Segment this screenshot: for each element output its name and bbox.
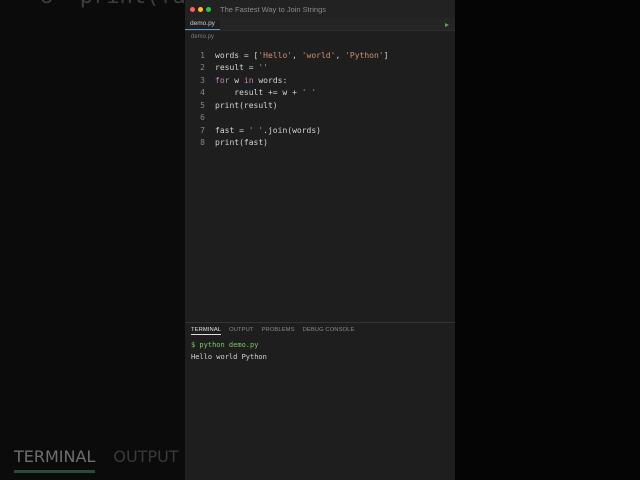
background-tab-output: OUTPUT <box>113 447 179 466</box>
run-icon[interactable] <box>445 23 449 27</box>
string-token: '' <box>258 63 268 73</box>
code-token: words = [ <box>215 50 259 60</box>
code-token: print(fast) <box>215 138 268 148</box>
code-text: for w in words: <box>215 76 287 85</box>
code-text: result += w + ' ' <box>215 88 316 97</box>
title-bar: The Fastest Way to Join Strings <box>185 0 455 18</box>
line-number: 4 <box>200 88 205 98</box>
maximize-window-button[interactable] <box>206 6 211 12</box>
background-tab-terminal: TERMINAL <box>14 447 96 473</box>
keyword-token: in <box>243 75 254 85</box>
code-token: ] <box>383 50 389 60</box>
editor-window: The Fastest Way to Join Strings demo.py … <box>185 0 455 480</box>
background-panel-tabs: TERMINAL OUTPUT <box>14 447 179 473</box>
code-line[interactable]: 7 fast = ' '.join(words) <box>185 124 321 137</box>
line-number: 3 <box>200 75 205 85</box>
string-token: 'Python' <box>345 50 384 60</box>
tab-demo-py[interactable]: demo.py <box>185 20 220 30</box>
string-token: 'world' <box>301 50 336 60</box>
line-number: 5 <box>200 100 205 110</box>
code-line[interactable]: 5 print(result) <box>185 99 278 112</box>
code-text: result = '' <box>215 63 268 72</box>
tab-output[interactable]: OUTPUT <box>229 327 253 334</box>
tab-problems[interactable]: PROBLEMS <box>262 327 295 334</box>
code-editor[interactable]: 1 words = ['Hello', 'world', 'Python'] 2 re… <box>185 44 455 336</box>
tab-debug-console[interactable]: DEBUG CONSOLE <box>303 327 355 334</box>
code-token: , <box>335 50 346 60</box>
close-window-button[interactable] <box>190 6 195 12</box>
background-left: 8 print(fas <box>0 0 199 480</box>
background-code-fragment: 8 print(fas <box>40 0 199 9</box>
code-token: words: <box>253 75 288 85</box>
minimize-window-button[interactable] <box>198 6 203 12</box>
code-line[interactable]: 1 words = ['Hello', 'world', 'Python'] <box>185 49 388 62</box>
editor-tab-bar: demo.py <box>185 18 455 31</box>
breadcrumb[interactable]: demo.py <box>185 31 455 44</box>
code-line[interactable]: 6 <box>185 112 215 125</box>
keyword-token: for <box>215 75 230 85</box>
tab-terminal[interactable]: TERMINAL <box>191 327 222 335</box>
code-token: fast = <box>215 125 249 135</box>
line-number: 8 <box>200 138 205 148</box>
background-right <box>455 0 640 480</box>
code-token: result = <box>215 63 259 73</box>
code-line[interactable]: 8 print(fast) <box>185 137 268 150</box>
code-text: words = ['Hello', 'world', 'Python'] <box>215 51 388 60</box>
code-token: .join(words) <box>263 125 321 135</box>
line-number: 2 <box>200 63 205 73</box>
code-token: w <box>229 75 244 85</box>
line-number: 6 <box>200 113 205 123</box>
panel-tabs: TERMINAL OUTPUT PROBLEMS DEBUG CONSOLE <box>185 323 455 339</box>
code-token: print(result) <box>215 100 278 110</box>
terminal-output: Hello world Python <box>191 353 267 361</box>
string-token: 'Hello' <box>258 50 293 60</box>
code-text: print(result) <box>215 101 278 110</box>
terminal-panel: TERMINAL OUTPUT PROBLEMS DEBUG CONSOLE $ py… <box>185 322 455 480</box>
window-title: The Fastest Way to Join Strings <box>220 4 327 14</box>
string-token: ' ' <box>248 125 264 135</box>
code-token: result += w + <box>215 88 302 98</box>
code-line[interactable]: 2 result = '' <box>185 62 268 75</box>
code-token: , <box>292 50 302 60</box>
code-line[interactable]: 4 result += w + ' ' <box>185 87 316 100</box>
line-number: 7 <box>200 125 205 135</box>
line-number: 1 <box>200 50 205 60</box>
terminal-command[interactable]: $ python demo.py <box>185 339 455 351</box>
code-text: fast = ' '.join(words) <box>215 126 321 135</box>
code-text: print(fast) <box>215 138 268 147</box>
string-token: ' ' <box>301 88 317 98</box>
code-line[interactable]: 3 for w in words: <box>185 74 287 87</box>
video-frame: 8 print(fas TERMINAL OUTPUT The Fastest … <box>0 0 640 480</box>
